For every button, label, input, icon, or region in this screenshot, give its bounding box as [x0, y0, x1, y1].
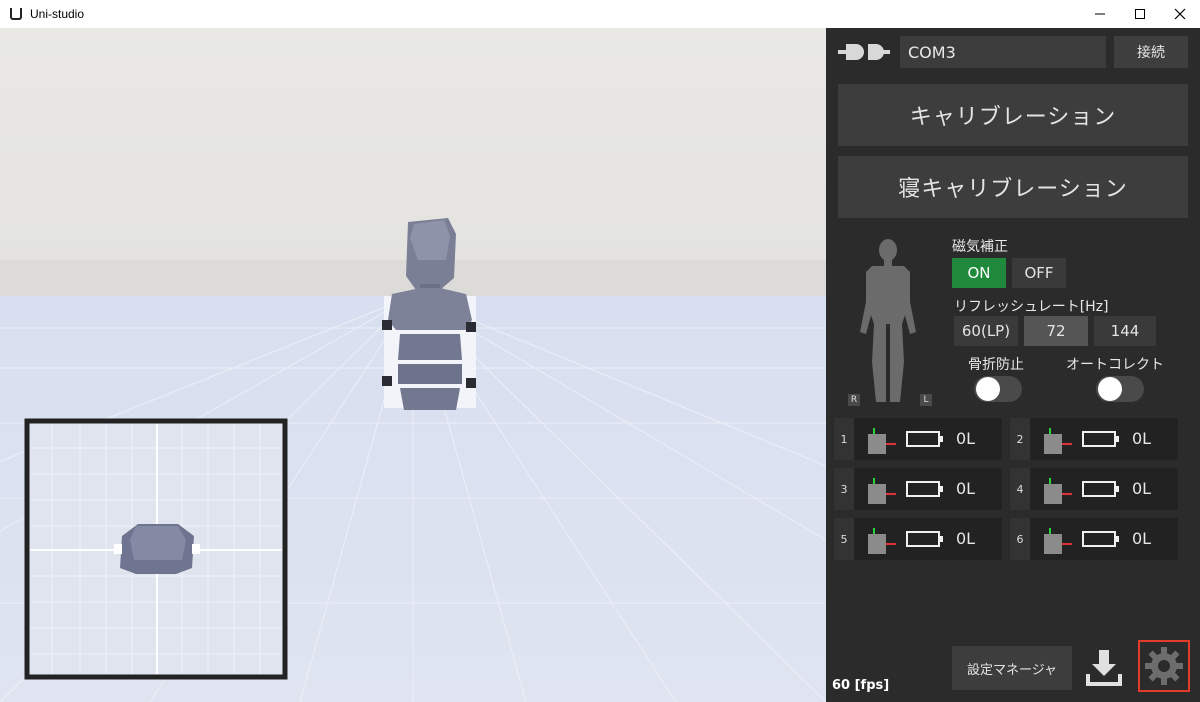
figure-right-badge: R	[848, 394, 860, 406]
settings-gear-button[interactable]	[1138, 640, 1190, 692]
battery-icon	[906, 481, 943, 497]
sensor-3[interactable]: 3 0L	[834, 468, 1002, 510]
sensor-value: 0L	[1132, 479, 1152, 498]
sensor-axis-icon	[1044, 528, 1072, 554]
refresh-rate-label: リフレッシュレート[Hz]	[954, 299, 1109, 315]
window-controls	[1080, 0, 1200, 28]
app-window: Uni-studio COM3 接続 キャリブレーション 寝キャリブレーション …	[0, 0, 1200, 702]
toggle-knob	[976, 377, 1000, 401]
human-figure-icon[interactable]	[846, 236, 930, 406]
sensor-number: 5	[834, 518, 854, 560]
sensor-axis-icon	[1044, 478, 1072, 504]
sensor-5[interactable]: 5 0L	[834, 518, 1002, 560]
autocorrect-label: オートコレクト	[1066, 357, 1164, 373]
sensor-1[interactable]: 1 0L	[834, 418, 1002, 460]
sleep-calibration-button[interactable]: 寝キャリブレーション	[838, 156, 1188, 218]
com-port-field[interactable]	[900, 36, 1106, 68]
maximize-button[interactable]	[1120, 0, 1160, 28]
toggle-knob	[1098, 377, 1122, 401]
3d-viewport[interactable]	[0, 28, 826, 702]
app-logo-icon	[10, 8, 22, 20]
sensor-4[interactable]: 4 0L	[1010, 468, 1178, 510]
battery-icon	[1082, 431, 1119, 447]
sensor-number: 3	[834, 468, 854, 510]
title-bar: Uni-studio	[0, 0, 1200, 28]
window-title: Uni-studio	[30, 7, 85, 21]
sensor-number: 2	[1010, 418, 1030, 460]
settings-manager-button[interactable]: 設定マネージャ	[952, 646, 1072, 690]
minimize-button[interactable]	[1080, 0, 1120, 28]
sensor-value: 0L	[1132, 429, 1152, 448]
sensor-6[interactable]: 6 0L	[1010, 518, 1178, 560]
refresh-60lp-button[interactable]: 60(LP)	[954, 316, 1018, 346]
sensor-axis-icon	[1044, 428, 1072, 454]
sensor-axis-icon	[868, 478, 896, 504]
battery-icon	[1082, 531, 1119, 547]
battery-icon	[906, 431, 943, 447]
control-panel: 接続 キャリブレーション 寝キャリブレーション R L 磁気補正 ON OFF …	[826, 28, 1200, 702]
maximize-icon	[1135, 9, 1145, 19]
sensor-value: 0L	[956, 479, 976, 498]
sensor-2[interactable]: 2 0L	[1010, 418, 1178, 460]
autocorrect-toggle[interactable]	[1096, 376, 1144, 402]
fracture-prevention-label: 骨折防止	[968, 357, 1024, 373]
figure-left-badge: L	[920, 394, 932, 406]
sensor-number: 4	[1010, 468, 1030, 510]
magnetic-off-button[interactable]: OFF	[1012, 258, 1066, 288]
magnetic-correction-label: 磁気補正	[952, 239, 1008, 255]
plug-icon	[838, 44, 890, 60]
gear-icon	[1145, 647, 1183, 685]
refresh-144-button[interactable]: 144	[1094, 316, 1156, 346]
sensor-number: 1	[834, 418, 854, 460]
sensor-axis-icon	[868, 528, 896, 554]
sensor-value: 0L	[1132, 529, 1152, 548]
minimize-icon	[1095, 13, 1105, 15]
sensor-axis-icon	[868, 428, 896, 454]
sensor-value: 0L	[956, 529, 976, 548]
calibration-button[interactable]: キャリブレーション	[838, 84, 1188, 146]
refresh-72-button[interactable]: 72	[1024, 316, 1088, 346]
top-view-inset	[24, 418, 288, 680]
fracture-prevention-toggle[interactable]	[974, 376, 1022, 402]
battery-icon	[1082, 481, 1119, 497]
sensor-number: 6	[1010, 518, 1030, 560]
battery-icon	[906, 531, 943, 547]
sensor-value: 0L	[956, 429, 976, 448]
close-button[interactable]	[1160, 0, 1200, 28]
magnetic-on-button[interactable]: ON	[952, 258, 1006, 288]
close-icon	[1174, 8, 1186, 20]
download-icon[interactable]	[1082, 646, 1126, 690]
connect-button[interactable]: 接続	[1114, 36, 1188, 68]
fps-readout: 60 [fps]	[832, 678, 890, 693]
